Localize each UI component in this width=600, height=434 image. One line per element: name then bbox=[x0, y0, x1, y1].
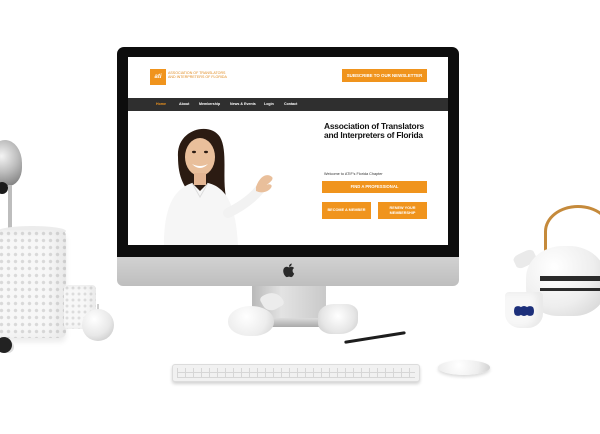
renew-membership-label: RENEW YOUR MEMBERSHIP bbox=[389, 206, 416, 215]
subscribe-newsletter-button[interactable]: SUBSCRIBE TO OUR NEWSLETTER bbox=[342, 69, 427, 82]
desk-lamp-head bbox=[0, 140, 22, 186]
org-name-line2: AND INTERPRETERS OF FLORIDA bbox=[168, 75, 227, 80]
nav-item-contact[interactable]: Contact bbox=[284, 98, 297, 111]
org-name: ASSOCIATION OF TRANSLATORS AND INTERPRET… bbox=[168, 71, 236, 80]
become-member-button[interactable]: BECOME A MEMBER bbox=[322, 202, 371, 219]
white-ornament-ball bbox=[82, 309, 114, 341]
mouse bbox=[438, 360, 490, 375]
pen bbox=[344, 331, 406, 344]
keyboard bbox=[172, 364, 420, 382]
tea-cup-pattern bbox=[514, 302, 534, 320]
renew-membership-button[interactable]: RENEW YOUR MEMBERSHIP bbox=[378, 202, 427, 219]
nav-item-news-events[interactable]: News & Events bbox=[230, 98, 256, 111]
teapot-stripe-thin bbox=[540, 288, 600, 291]
keyboard-keys bbox=[177, 368, 415, 378]
site-header: ati ASSOCIATION OF TRANSLATORS AND INTER… bbox=[128, 57, 448, 97]
nav-item-membership[interactable]: Membership bbox=[199, 98, 220, 111]
hero-title: Association of Translators and Interpret… bbox=[324, 121, 424, 140]
site-navbar: Home About Membership News & Events Logi… bbox=[128, 98, 448, 111]
bird-figurine bbox=[228, 306, 274, 336]
panda-figurine bbox=[0, 337, 12, 353]
become-member-label: BECOME A MEMBER bbox=[327, 208, 366, 213]
nav-item-home[interactable]: Home bbox=[156, 98, 166, 111]
nav-item-about[interactable]: About bbox=[179, 98, 189, 111]
hero-subtitle: Welcome to ATIF's Florida Chapter bbox=[324, 172, 383, 176]
smiling-woman-photo bbox=[164, 128, 273, 245]
monitor-screen: ati ASSOCIATION OF TRANSLATORS AND INTER… bbox=[128, 57, 448, 245]
atif-logo-icon[interactable]: ati bbox=[150, 69, 166, 85]
desk-lamp-tip bbox=[0, 182, 8, 194]
perforated-vase bbox=[0, 230, 66, 338]
crumpled-paper bbox=[318, 304, 358, 334]
apple-logo-icon bbox=[283, 263, 295, 278]
hero-section: Association of Translators and Interpret… bbox=[128, 111, 448, 245]
nav-item-login[interactable]: Login bbox=[264, 98, 274, 111]
teapot-stripe bbox=[540, 276, 600, 281]
find-professional-button[interactable]: FIND A PROFESSIONAL bbox=[322, 181, 427, 193]
